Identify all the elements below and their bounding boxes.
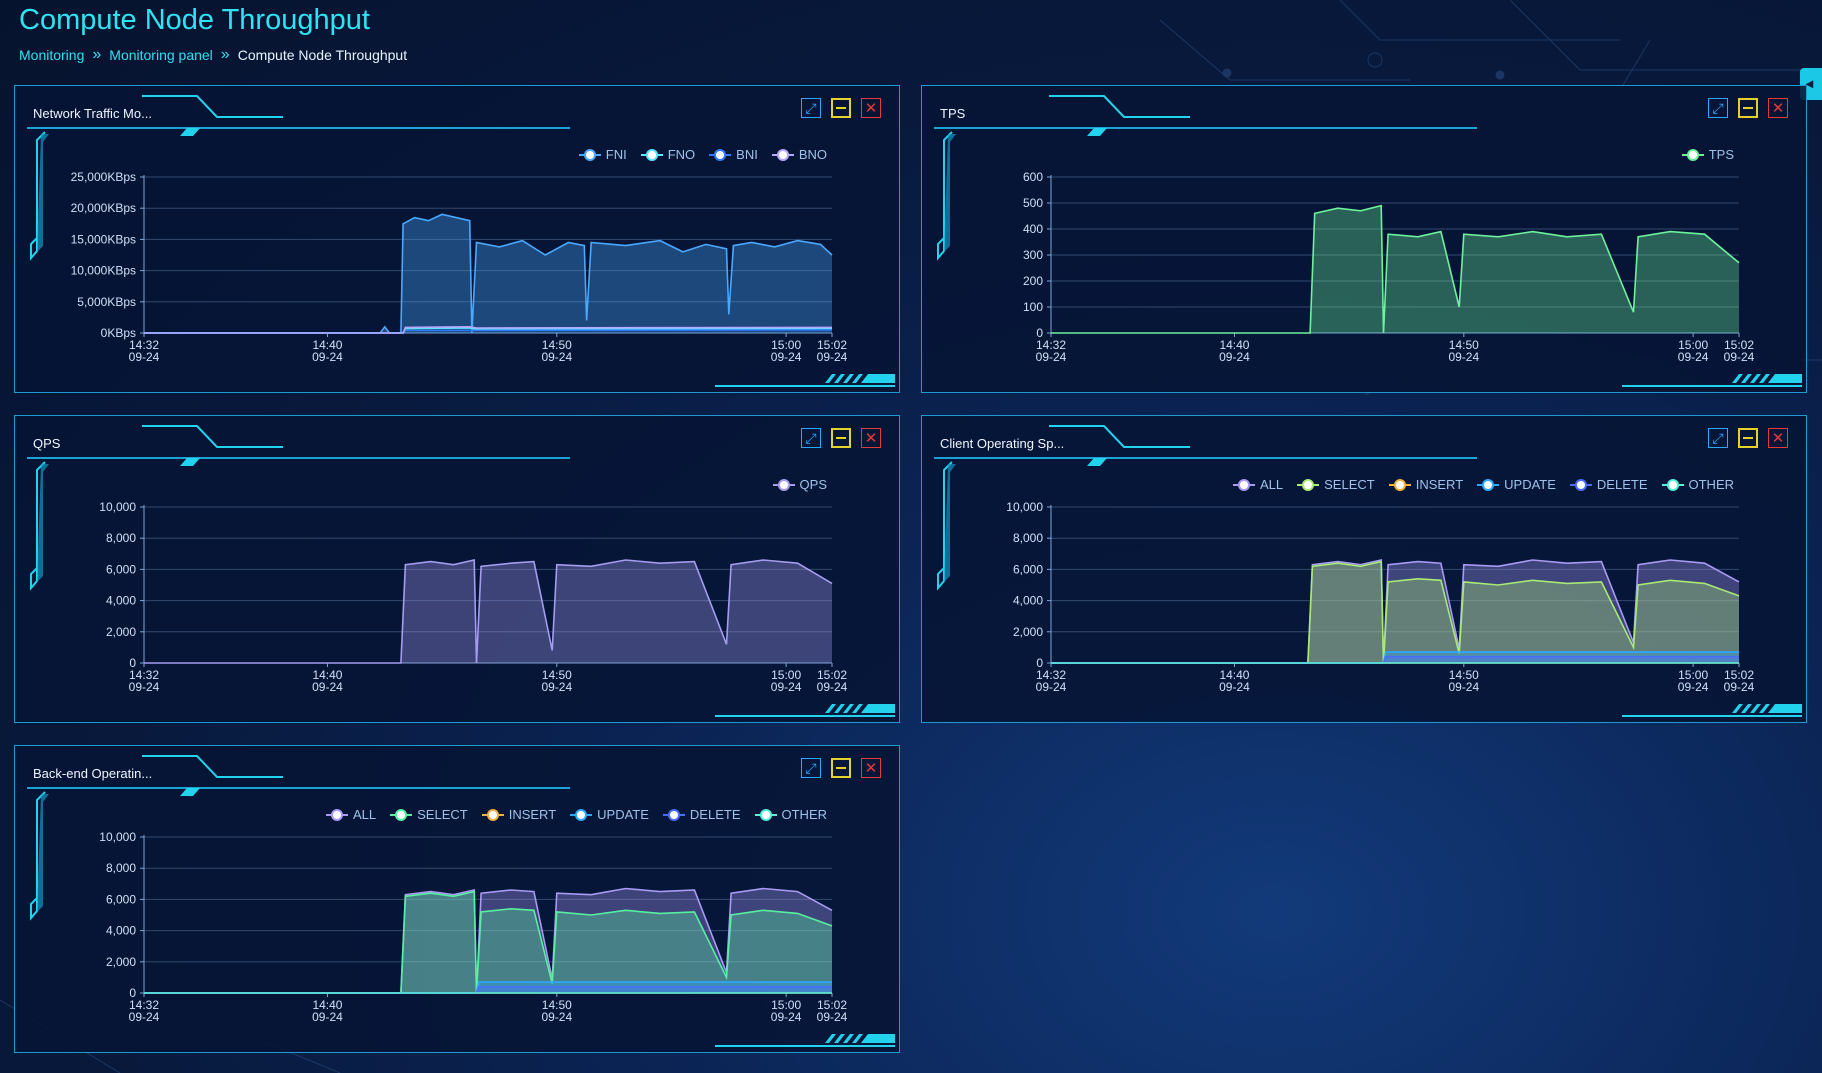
x-tick-label: 14:50 09-24 bbox=[1448, 668, 1479, 694]
x-tick-label: 14:40 09-24 bbox=[1219, 668, 1250, 694]
x-tick-label: 15:02 09-24 bbox=[817, 338, 848, 364]
x-tick-label: 14:50 09-24 bbox=[541, 338, 572, 364]
chart-panel-backend: Back-end Operatin... ⤢ ✕ ALL SELECT INSERT UPD… bbox=[14, 745, 900, 1053]
y-tick-label: 10,000 bbox=[99, 500, 136, 514]
x-tick-label: 15:00 09-24 bbox=[1678, 338, 1709, 364]
chart-panel-client: Client Operating Sp... ⤢ ✕ ALL SELECT INSERT U… bbox=[921, 415, 1807, 723]
breadcrumb: Monitoring » Monitoring panel » Compute … bbox=[19, 46, 407, 64]
y-tick-label: 600 bbox=[1023, 170, 1043, 184]
y-tick-label: 15,000KBps bbox=[71, 232, 136, 246]
x-tick-label: 14:32 09-24 bbox=[1036, 668, 1067, 694]
x-tick-label: 14:40 09-24 bbox=[1219, 338, 1250, 364]
x-tick-label: 15:00 09-24 bbox=[1678, 668, 1709, 694]
y-tick-label: 10,000 bbox=[1006, 500, 1043, 514]
y-tick-label: 300 bbox=[1023, 248, 1043, 262]
y-tick-label: 100 bbox=[1023, 300, 1043, 314]
y-tick-label: 2,000 bbox=[106, 625, 136, 639]
chart-client: 02,0004,0006,0008,00010,00014:32 09-2414:… bbox=[1006, 500, 1755, 694]
y-tick-label: 6,000 bbox=[106, 892, 136, 906]
x-tick-label: 14:40 09-24 bbox=[312, 338, 343, 364]
y-tick-label: 4,000 bbox=[106, 594, 136, 608]
page-title: Compute Node Throughput bbox=[19, 4, 370, 36]
x-tick-label: 14:32 09-24 bbox=[1036, 338, 1067, 364]
chart-network: 0KBps5,000KBps10,000KBps15,000KBps20,000… bbox=[71, 170, 848, 364]
y-tick-label: 6,000 bbox=[106, 562, 136, 576]
y-tick-label: 8,000 bbox=[106, 531, 136, 545]
y-tick-label: 2,000 bbox=[106, 955, 136, 969]
series-area-delete bbox=[144, 986, 832, 993]
x-tick-label: 14:40 09-24 bbox=[312, 998, 343, 1024]
chart-panel-network: Network Traffic Mo... ⤢ ✕ FNI FNO BNI BNO 0KBps… bbox=[14, 85, 900, 393]
y-tick-label: 5,000KBps bbox=[77, 295, 136, 309]
series-area-delete bbox=[1051, 656, 1739, 663]
breadcrumb-link-monitoring-panel[interactable]: Monitoring panel bbox=[109, 47, 213, 63]
x-tick-label: 15:02 09-24 bbox=[817, 668, 848, 694]
chart-panel-tps: TPS ⤢ ✕ TPS 0 100 200 300 400 500 600 14:32 09-24 14:… bbox=[921, 85, 1807, 393]
y-tick-label: 6,000 bbox=[1013, 562, 1043, 576]
y-tick-label: 20,000KBps bbox=[71, 201, 136, 215]
chart-tps: 010020030040050060014:32 09-2414:40 09-241… bbox=[1023, 170, 1755, 364]
chart-qps: 02,0004,0006,0008,00010,00014:32 09-2414:… bbox=[99, 500, 848, 694]
breadcrumb-link-monitoring[interactable]: Monitoring bbox=[19, 47, 84, 63]
y-tick-label: 10,000KBps bbox=[71, 264, 136, 278]
x-tick-label: 14:50 09-24 bbox=[1448, 338, 1479, 364]
y-tick-label: 4,000 bbox=[106, 924, 136, 938]
breadcrumb-separator: » bbox=[220, 46, 230, 63]
y-tick-label: 400 bbox=[1023, 222, 1043, 236]
x-tick-label: 14:32 09-24 bbox=[129, 668, 160, 694]
y-tick-label: 4,000 bbox=[1013, 594, 1043, 608]
x-tick-label: 15:02 09-24 bbox=[817, 998, 848, 1024]
y-tick-label: 2,000 bbox=[1013, 625, 1043, 639]
series-area-fni bbox=[144, 214, 832, 333]
x-tick-label: 14:50 09-24 bbox=[541, 998, 572, 1024]
x-tick-label: 14:32 09-24 bbox=[129, 998, 160, 1024]
breadcrumb-separator: » bbox=[92, 46, 102, 63]
x-tick-label: 15:00 09-24 bbox=[771, 668, 802, 694]
x-tick-label: 15:02 09-24 bbox=[1724, 338, 1755, 364]
chart-backend: 02,0004,0006,0008,00010,00014:32 09-2414:… bbox=[99, 830, 848, 1024]
x-tick-label: 14:40 09-24 bbox=[312, 668, 343, 694]
breadcrumb-current: Compute Node Throughput bbox=[237, 47, 408, 63]
y-tick-label: 25,000KBps bbox=[71, 170, 136, 184]
y-tick-label: 200 bbox=[1023, 274, 1043, 288]
chart-panel-qps: QPS ⤢ ✕ QPS 0 2,000 4,000 6,000 8,000 10,000 14:32… bbox=[14, 415, 900, 723]
x-tick-label: 14:50 09-24 bbox=[541, 668, 572, 694]
y-tick-label: 8,000 bbox=[1013, 531, 1043, 545]
y-tick-label: 10,000 bbox=[99, 830, 136, 844]
x-tick-label: 14:32 09-24 bbox=[129, 338, 160, 364]
x-tick-label: 15:00 09-24 bbox=[771, 338, 802, 364]
y-tick-label: 500 bbox=[1023, 196, 1043, 210]
x-tick-label: 15:00 09-24 bbox=[771, 998, 802, 1024]
y-tick-label: 8,000 bbox=[106, 861, 136, 875]
x-tick-label: 15:02 09-24 bbox=[1724, 668, 1755, 694]
